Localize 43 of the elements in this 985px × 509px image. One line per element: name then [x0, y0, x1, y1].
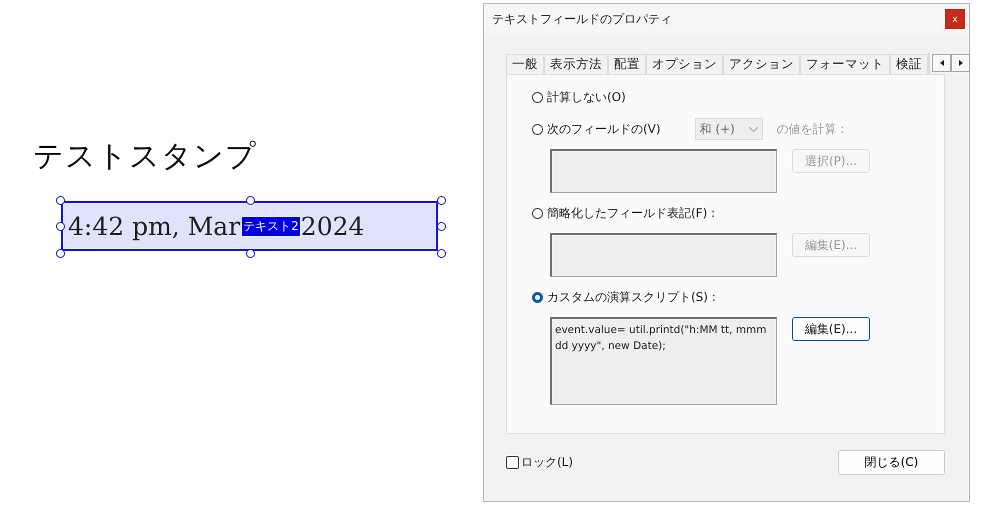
resize-handle[interactable] — [56, 196, 65, 205]
operator-dropdown[interactable]: 和 (+) — [694, 118, 763, 140]
close-dialog-button[interactable]: 閉じる(C) — [838, 450, 945, 475]
tab[interactable]: 配置 — [608, 54, 646, 74]
resize-handle[interactable] — [56, 222, 65, 231]
radio-button[interactable] — [532, 292, 543, 302]
field-value: 4:42 pm, Mar — [68, 212, 240, 240]
field-value: 2024 — [300, 212, 364, 240]
resize-handle[interactable] — [437, 249, 446, 258]
text-box[interactable] — [550, 149, 777, 193]
resize-handle[interactable] — [437, 222, 446, 231]
resize-handle[interactable] — [246, 196, 255, 205]
radio-button[interactable] — [532, 124, 543, 134]
text-box[interactable] — [550, 233, 777, 277]
calc-label: の値を計算 : — [776, 120, 844, 138]
edit-button[interactable]: 編集(E)... — [792, 317, 870, 341]
tab[interactable]: 一般 — [506, 54, 544, 74]
option-label: カスタムの演算スクリプト(S) : — [547, 288, 716, 306]
option-label: 簡略化したフィールド表記(F) : — [547, 204, 716, 222]
heading-text: テストスタンプ — [33, 138, 257, 176]
tab[interactable]: 表示方法 — [544, 54, 608, 74]
scroll-right-button[interactable] — [951, 54, 970, 72]
left-arrow-icon — [940, 60, 944, 66]
chevron-icon — [748, 126, 758, 132]
dialog-title: テキストフィールドのプロパティ — [492, 10, 672, 28]
tab[interactable]: アクション — [723, 54, 800, 74]
tab[interactable]: フォーマット — [800, 54, 890, 74]
script-box[interactable]: event.value= util.printd("h:MM tt, mmm dd yyyy", new Date); — [550, 317, 777, 405]
option-label: 計算しない(O) — [547, 88, 626, 106]
tab[interactable]: 検証 — [890, 54, 928, 74]
option-label: 次のフィールドの(V) — [547, 120, 661, 138]
resize-handle[interactable] — [56, 249, 65, 258]
resize-handle[interactable] — [437, 196, 446, 205]
lock-label: ロック(L) — [521, 454, 574, 471]
field-name-tag: テキスト2 — [242, 216, 300, 236]
right-arrow-icon — [958, 60, 962, 66]
close-button[interactable]: x — [945, 9, 965, 29]
lock-checkbox[interactable] — [506, 456, 519, 469]
scroll-left-button[interactable] — [932, 54, 951, 72]
resize-handle[interactable] — [246, 249, 255, 258]
radio-button[interactable] — [532, 208, 543, 218]
radio-button[interactable] — [532, 92, 543, 102]
tab[interactable]: オプション — [646, 54, 723, 74]
